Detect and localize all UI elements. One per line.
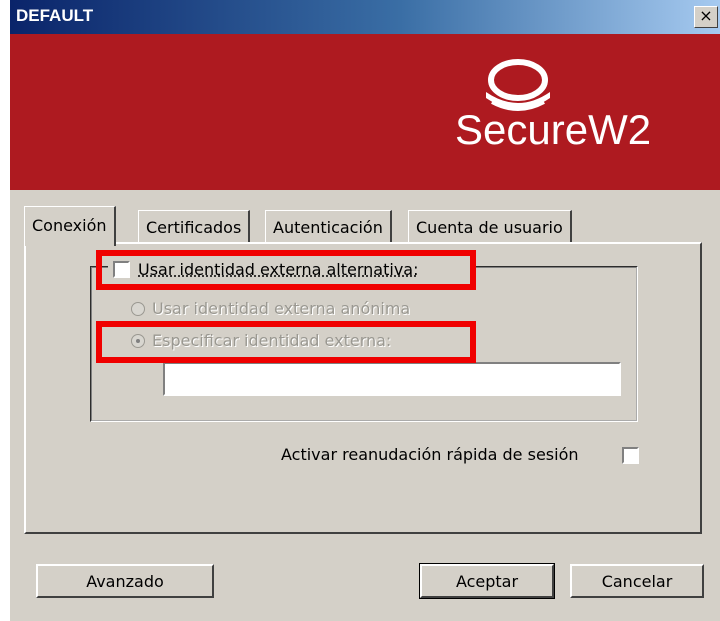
anonymous-label: Usar identidad externa anónima (152, 299, 411, 318)
brand-banner: SecureW2 (10, 34, 720, 190)
fast-resume-checkbox[interactable] (622, 447, 639, 464)
cancel-button[interactable]: Cancelar (570, 564, 704, 598)
advanced-button[interactable]: Avanzado (36, 564, 214, 598)
specify-radio[interactable] (131, 334, 145, 348)
logo-text: SecureW2 (455, 106, 652, 153)
tab-certificados[interactable]: Certificados (138, 210, 251, 243)
tab-cuenta-de-usuario[interactable]: Cuenta de usuario (408, 210, 572, 243)
accept-button[interactable]: Aceptar (419, 563, 555, 599)
window-title: DEFAULT (16, 6, 94, 25)
specify-label: Especificar identidad externa: (152, 331, 392, 350)
dialog-window: DEFAULT × SecureW2 Conexión Certificados… (10, 0, 720, 621)
tab-conexion[interactable]: Conexión (24, 206, 116, 246)
anonymous-radio[interactable] (131, 302, 145, 316)
tab-autenticacion[interactable]: Autenticación (265, 210, 392, 243)
fast-resume-label: Activar reanudación rápida de sesión (281, 445, 579, 464)
securew2-logo-icon (486, 59, 550, 111)
alt-identity-label[interactable]: Usar identidad externa alternativa: (138, 260, 419, 279)
external-identity-input[interactable] (163, 362, 621, 396)
alt-identity-checkbox[interactable] (113, 261, 130, 278)
title-bar[interactable]: DEFAULT × (10, 0, 720, 34)
close-button[interactable]: × (694, 6, 718, 28)
